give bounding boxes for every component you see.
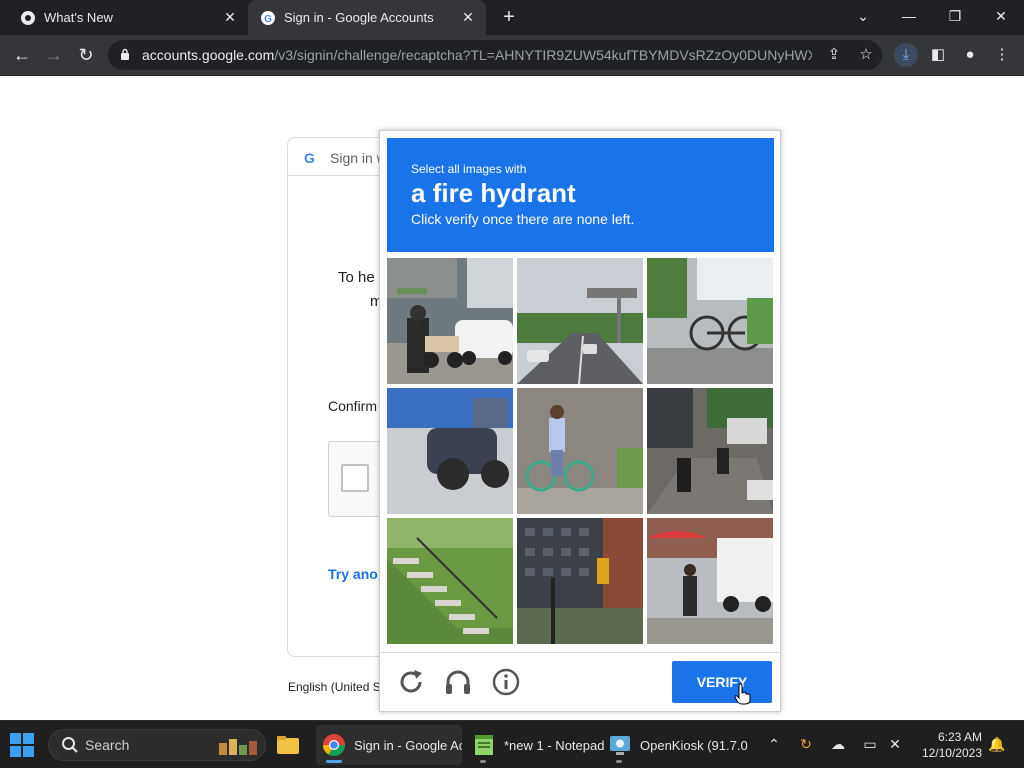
notepad-icon <box>475 735 493 755</box>
close-tab-icon[interactable]: ✕ <box>460 9 476 25</box>
image-tile-8[interactable] <box>517 518 643 644</box>
notification-bell-icon[interactable]: 🔔 <box>986 733 1008 755</box>
search-icon <box>62 737 78 753</box>
image-tile-7[interactable] <box>387 518 513 644</box>
clock-time: 6:23 AM <box>937 730 982 744</box>
tab-whats-new[interactable]: What's New ✕ <box>8 0 248 35</box>
recaptcha-checkbox[interactable] <box>341 464 369 492</box>
minimize-icon[interactable]: — <box>895 4 923 28</box>
tab-title: Sign in - Google Accounts <box>284 10 434 25</box>
instruction-small: Select all images with <box>411 162 527 176</box>
challenge-header: Select all images with a fire hydrant Cl… <box>387 138 774 252</box>
chevron-up-icon[interactable]: ⌃ <box>763 733 785 755</box>
image-tile-4[interactable] <box>387 388 513 514</box>
svg-text:G: G <box>264 14 272 25</box>
taskbar-search[interactable]: Search <box>48 729 266 761</box>
recaptcha-challenge: Select all images with a fire hydrant Cl… <box>379 130 781 712</box>
forward-icon[interactable]: → <box>42 43 66 67</box>
language-selector[interactable]: English (United S <box>288 680 381 694</box>
browser-tab-strip: What's New ✕ G Sign in - Google Accounts… <box>0 0 1024 35</box>
file-explorer-button[interactable] <box>276 725 304 765</box>
active-indicator <box>326 760 342 763</box>
taskbar-app-openkiosk[interactable]: OpenKiosk (91.7.0.0) <box>606 725 748 765</box>
confirm-label: Confirm <box>328 398 378 414</box>
taskbar-app-label: Sign in - Google Ac <box>354 737 462 753</box>
close-tab-icon[interactable]: ✕ <box>222 9 238 25</box>
tab-sign-in[interactable]: G Sign in - Google Accounts ✕ <box>248 0 486 35</box>
lock-icon <box>121 48 129 60</box>
image-tile-5[interactable] <box>517 388 643 514</box>
verify-button[interactable]: VERIFY <box>672 661 772 703</box>
url-text: accounts.google.com/v3/signin/challenge/… <box>142 47 812 63</box>
cloud-off-icon[interactable]: ☁ <box>827 733 849 755</box>
google-logo-icon: G <box>304 150 315 166</box>
system-clock[interactable]: 6:23 AM 12/10/2023 <box>912 729 982 761</box>
share-icon[interactable]: ⇪ <box>824 45 844 65</box>
image-tile-9[interactable] <box>647 518 773 644</box>
url-host: accounts.google.com <box>142 47 275 63</box>
url-path: /v3/signin/challenge/recaptcha?TL=AHNYTI… <box>274 47 812 63</box>
running-indicator <box>480 760 486 763</box>
volume-muted-icon[interactable]: ✕ <box>884 733 906 755</box>
tab-search-icon[interactable]: ⌄ <box>849 4 877 28</box>
address-bar[interactable]: accounts.google.com/v3/signin/challenge/… <box>108 40 882 70</box>
image-grid <box>387 258 774 645</box>
openkiosk-icon <box>610 736 630 755</box>
try-another-way-link[interactable]: Try ano <box>328 566 378 582</box>
close-window-icon[interactable]: ✕ <box>987 4 1015 28</box>
windows-start-icon[interactable] <box>10 733 34 757</box>
profile-icon[interactable]: ● <box>958 43 982 67</box>
info-icon[interactable] <box>491 667 521 697</box>
instruction-target: a fire hydrant <box>411 178 576 208</box>
tab-title: What's New <box>44 10 113 25</box>
taskbar-app-notepad[interactable]: *new 1 - Notepad <box>470 725 606 765</box>
running-indicator <box>616 760 622 763</box>
sync-icon[interactable]: ↻ <box>795 733 817 755</box>
image-tile-3[interactable] <box>647 258 773 384</box>
restore-icon[interactable]: ❐ <box>941 4 969 28</box>
google-icon: G <box>260 10 276 26</box>
image-tile-2[interactable] <box>517 258 643 384</box>
monitor-icon[interactable]: ▭ <box>859 733 881 755</box>
chrome-icon <box>323 734 345 756</box>
reload-challenge-icon[interactable] <box>396 667 426 697</box>
back-icon[interactable]: ← <box>10 43 34 67</box>
hand-cursor-icon <box>734 683 751 705</box>
side-panel-icon[interactable]: ◧ <box>926 43 950 67</box>
signin-text-line1: To he <box>338 269 375 286</box>
browser-toolbar: ← → ↻ accounts.google.com/v3/signin/chal… <box>0 35 1024 76</box>
clock-date: 12/10/2023 <box>921 746 982 760</box>
new-tab-icon[interactable]: + <box>498 7 520 29</box>
instruction-sub: Click verify once there are none left. <box>411 211 635 227</box>
search-label: Search <box>85 737 130 753</box>
footer-divider <box>380 652 780 653</box>
image-tile-6[interactable] <box>647 388 773 514</box>
taskbar-app-chrome[interactable]: Sign in - Google Ac <box>316 725 462 765</box>
bookmark-star-icon[interactable]: ☆ <box>856 45 876 65</box>
taskbar: Search Sign in - Google Ac *new 1 - Note… <box>0 720 1024 768</box>
taskbar-app-label: *new 1 - Notepad <box>504 737 605 753</box>
menu-icon[interactable]: ⋮ <box>990 43 1014 67</box>
chrome-icon <box>20 10 36 26</box>
reload-icon[interactable]: ↻ <box>74 43 98 67</box>
taskbar-app-label: OpenKiosk (91.7.0.0) <box>640 737 748 753</box>
search-highlight-icon <box>219 739 257 755</box>
audio-challenge-icon[interactable] <box>443 667 473 697</box>
image-tile-1[interactable] <box>387 258 513 384</box>
download-icon[interactable]: ⤓ <box>894 43 918 67</box>
folder-icon <box>277 736 299 754</box>
